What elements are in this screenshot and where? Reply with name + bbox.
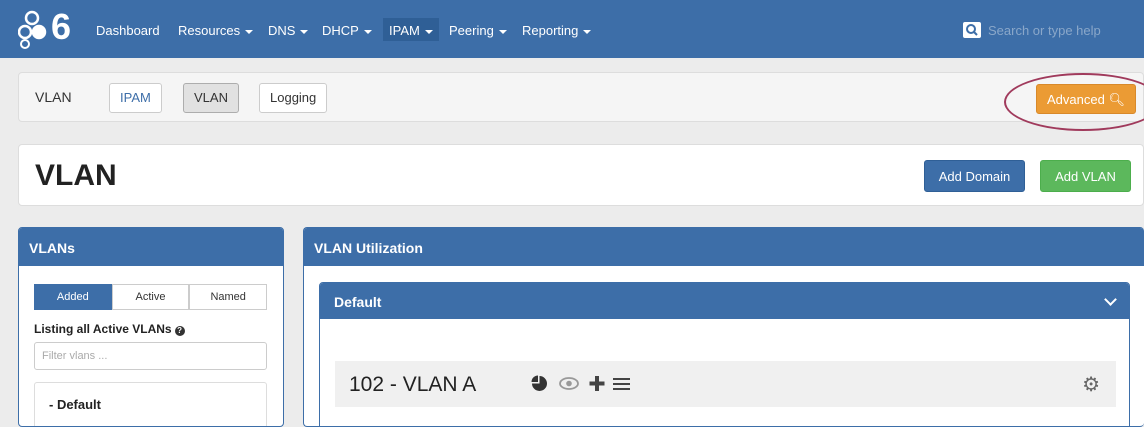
vlan-utilization-panel: VLAN Utilization Default 102 - VLAN A ⚙ (303, 227, 1144, 427)
top-navbar: 6 Dashboard Resources DNS DHCP IPAM Peer… (0, 0, 1144, 58)
domain-panel-header[interactable]: Default (320, 283, 1129, 319)
caret-down-icon (300, 29, 309, 34)
vlans-panel: VLANs Added Active Named Listing all Act… (18, 227, 284, 427)
search-icon: 🔍︎ (1108, 92, 1125, 107)
search-icon[interactable] (963, 22, 981, 38)
caret-down-icon (583, 29, 592, 34)
logo[interactable]: 6 (17, 6, 84, 50)
plus-icon[interactable] (589, 375, 605, 397)
caret-down-icon (245, 29, 254, 34)
add-vlan-button[interactable]: Add VLAN (1040, 160, 1131, 192)
page-header: VLAN Add Domain Add VLAN (18, 144, 1144, 206)
filter-added-button[interactable]: Added (34, 284, 112, 310)
nav-peering[interactable]: Peering (449, 23, 507, 38)
vlans-panel-title: VLANs (19, 228, 283, 266)
tab-logging[interactable]: Logging (259, 83, 328, 113)
utilization-panel-title: VLAN Utilization (304, 228, 1144, 266)
subnav-bar: VLAN IPAM VLAN Logging Advanced 🔍︎ (18, 72, 1144, 131)
filter-active-button[interactable]: Active (111, 284, 190, 310)
subnav-title: VLAN (35, 89, 72, 105)
listing-label: Listing all Active VLANs? (34, 322, 185, 336)
search-input[interactable] (985, 20, 1144, 40)
nav-dhcp[interactable]: DHCP (322, 23, 372, 38)
pie-chart-icon[interactable] (531, 375, 548, 397)
eye-icon[interactable] (559, 375, 579, 397)
add-domain-button[interactable]: Add Domain (924, 160, 1025, 192)
nav-resources[interactable]: Resources (178, 23, 254, 38)
vlan-list: - Default (34, 382, 267, 426)
info-icon[interactable]: ? (174, 326, 185, 336)
vlan-row: 102 - VLAN A ⚙ (335, 361, 1116, 407)
page-title: VLAN (35, 159, 117, 192)
gear-icon[interactable]: ⚙ (1082, 372, 1100, 397)
filter-named-button[interactable]: Named (189, 284, 268, 310)
nav-reporting[interactable]: Reporting (522, 23, 592, 38)
tab-vlan[interactable]: VLAN (183, 83, 239, 113)
caret-down-icon (498, 29, 507, 34)
nav-ipam[interactable]: IPAM (383, 18, 439, 41)
filter-vlans-input[interactable] (34, 342, 267, 370)
tab-ipam[interactable]: IPAM (109, 83, 162, 113)
caret-down-icon (424, 29, 433, 34)
nav-dashboard[interactable]: Dashboard (96, 23, 160, 38)
chevron-down-icon[interactable] (1104, 293, 1117, 306)
caret-down-icon (363, 29, 372, 34)
menu-icon[interactable] (613, 375, 630, 397)
vlan-name: 102 - VLAN A (349, 373, 477, 396)
nav-dns[interactable]: DNS (268, 23, 309, 38)
list-item[interactable]: - Default (49, 397, 101, 412)
vlan-filter-group: Added Active Named (34, 284, 268, 310)
logo-text: 6 (51, 6, 72, 47)
advanced-search-button[interactable]: Advanced 🔍︎ (1036, 84, 1136, 114)
domain-panel: Default 102 - VLAN A ⚙ (319, 282, 1130, 426)
